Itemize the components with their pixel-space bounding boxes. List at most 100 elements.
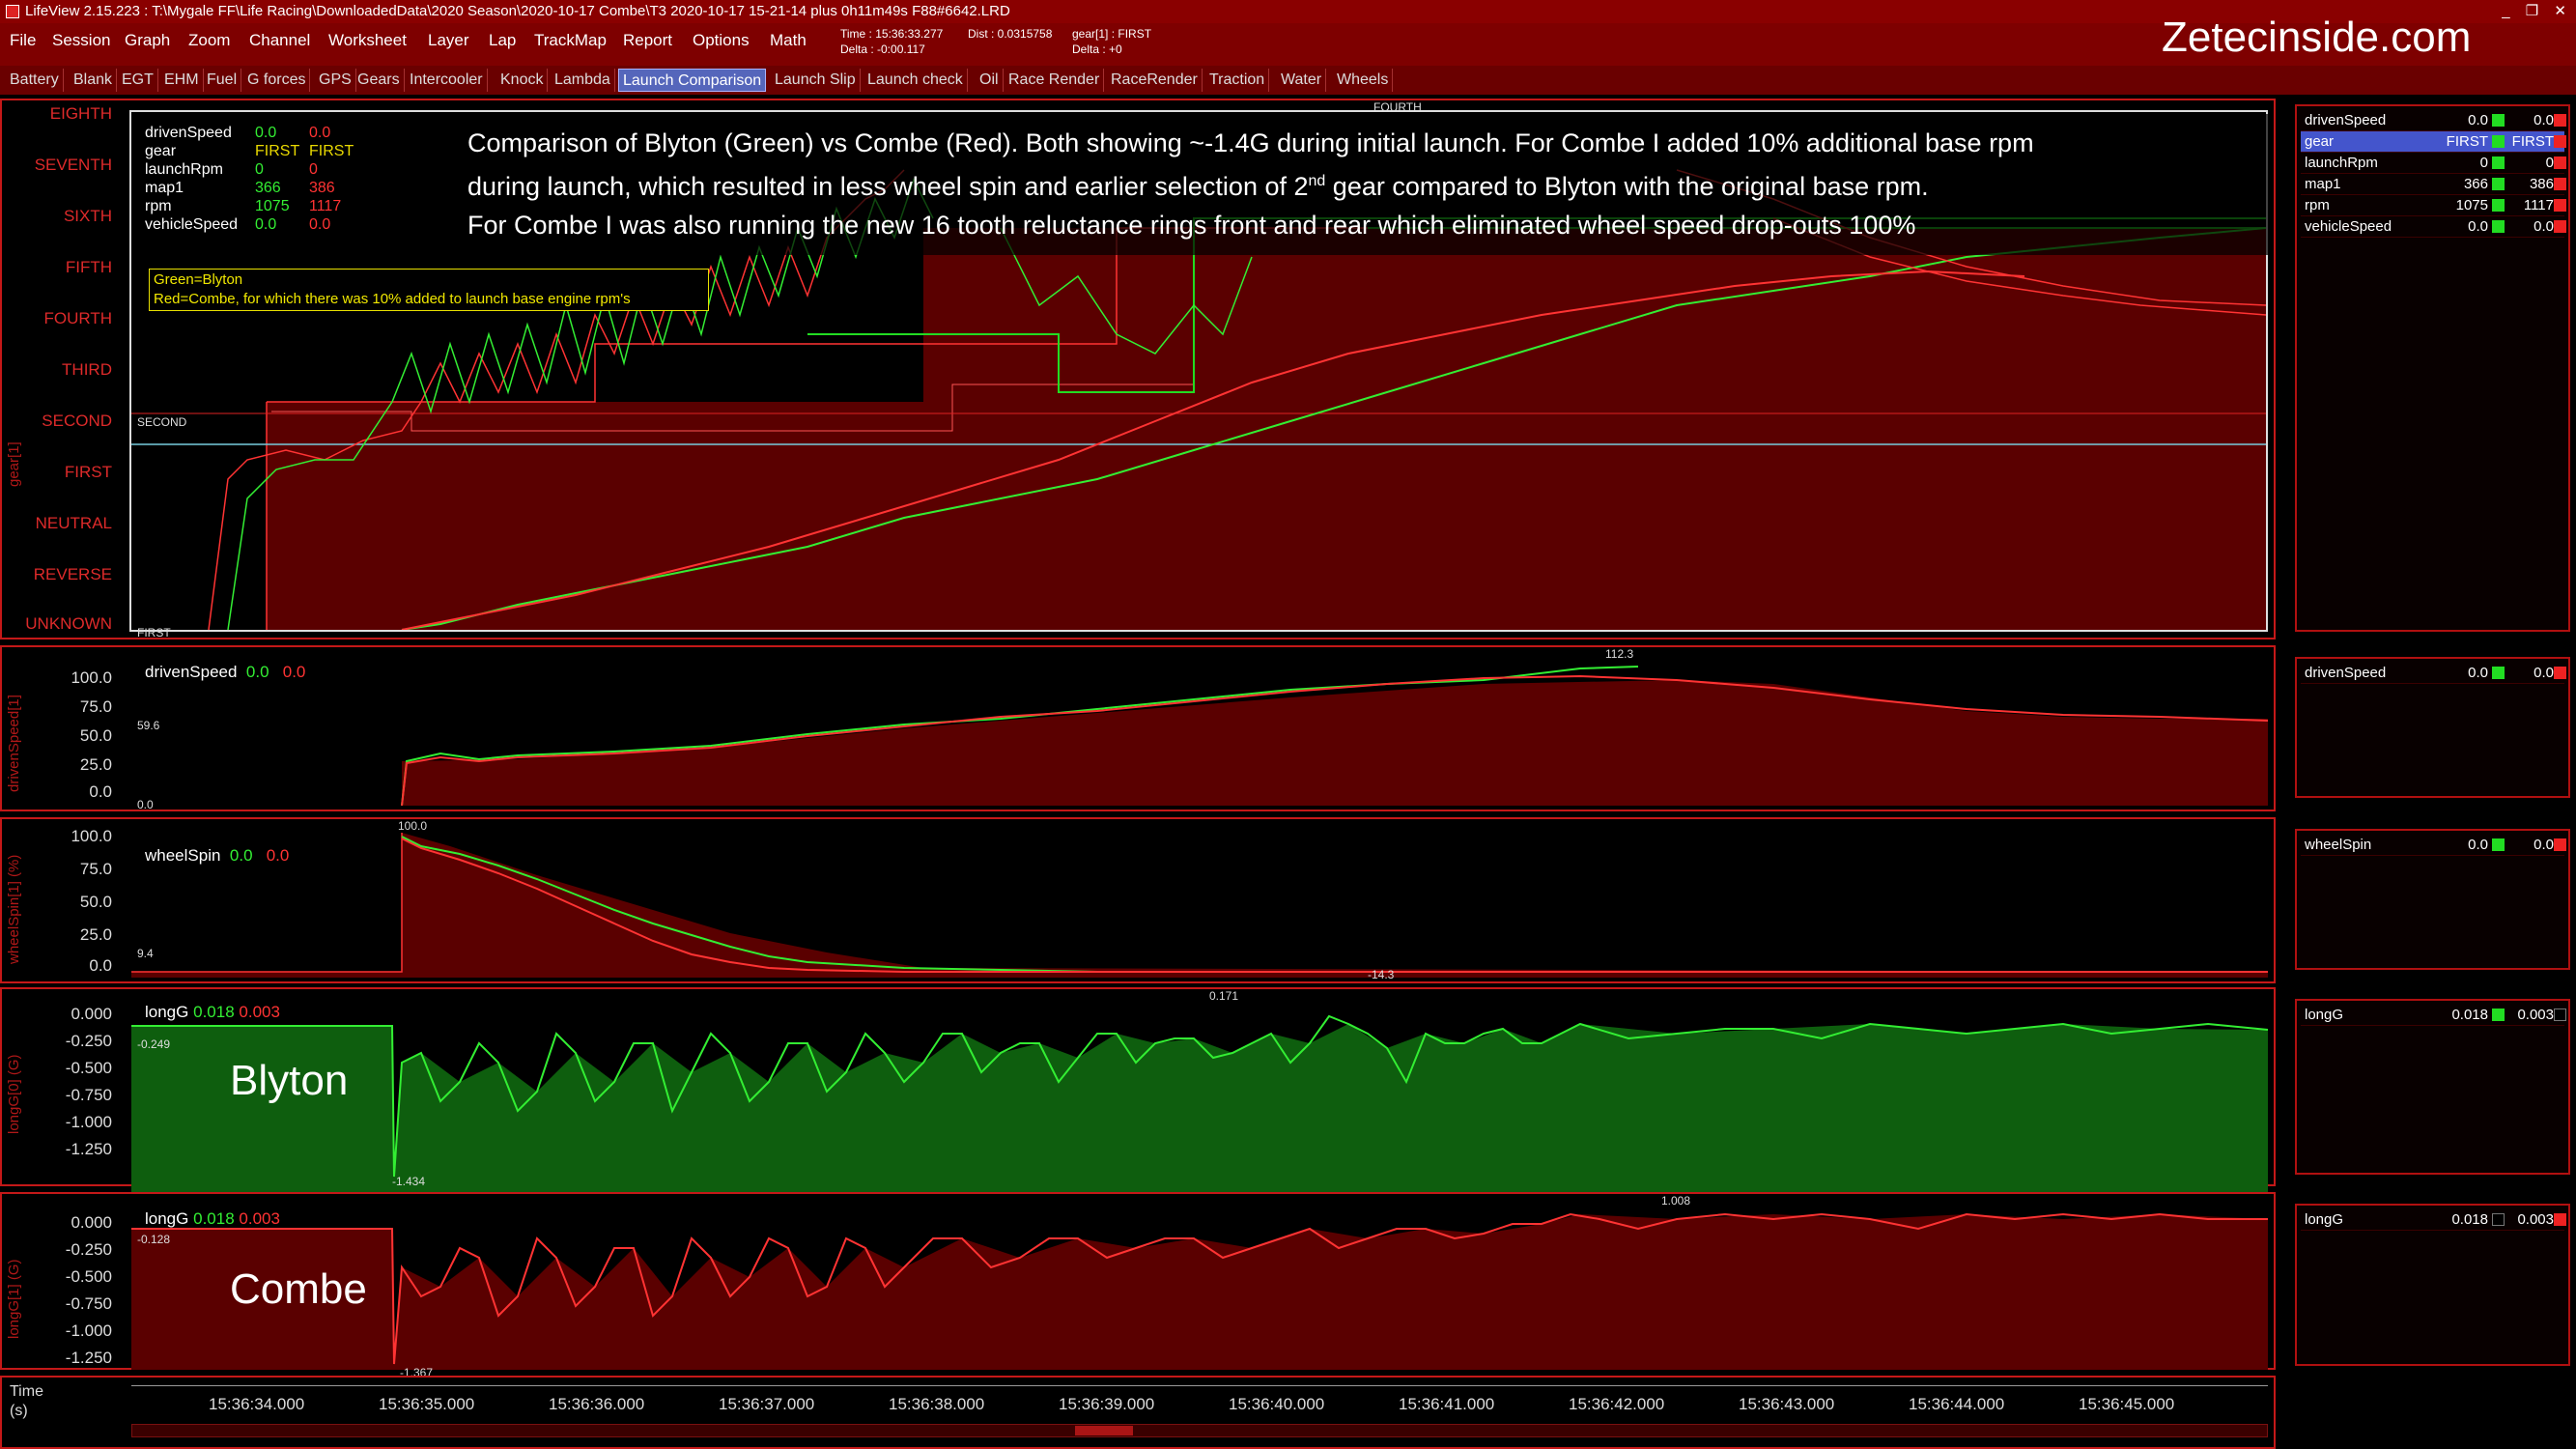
- value-row[interactable]: map1 366 386: [2301, 174, 2566, 195]
- longg1-plot-area[interactable]: [131, 1209, 2268, 1370]
- value-row[interactable]: rpm 1075 1117: [2301, 195, 2566, 216]
- value-row[interactable]: launchRpm 0 0: [2301, 153, 2566, 174]
- speed-tick: 0.0: [89, 782, 112, 801]
- horizontal-scrollbar[interactable]: [131, 1424, 2268, 1437]
- menu-options[interactable]: Options: [693, 31, 750, 50]
- longg0-values-table: longG 0.018 0.003: [2295, 999, 2570, 1175]
- tab-gps[interactable]: GPS: [315, 69, 356, 92]
- tab-race-render[interactable]: Race Render: [1005, 69, 1105, 92]
- wheelspin-tick: 0.0: [89, 956, 112, 975]
- close-icon[interactable]: ✕: [2554, 3, 2566, 19]
- legend-row: vehicleSpeed 0.0 0.0: [145, 216, 331, 233]
- time-tick: 15:36:45.000: [2079, 1395, 2175, 1413]
- time-tick: 15:36:44.000: [1909, 1395, 2005, 1413]
- note-line: For Combe I was also running the new 16 …: [467, 211, 1916, 240]
- value-row[interactable]: wheelSpin 0.0 0.0: [2301, 835, 2566, 856]
- time-tick: 15:36:38.000: [889, 1395, 985, 1413]
- tab-launch-check[interactable]: Launch check: [863, 69, 968, 92]
- longg0-tick: -1.000: [65, 1113, 112, 1131]
- status-delta2: Delta : +0: [1072, 43, 1122, 56]
- wheelspin-plot-area[interactable]: [131, 827, 2268, 978]
- legend-row: map1 366 386: [145, 180, 335, 196]
- longg0-min-marker: -1.434: [392, 1175, 426, 1188]
- value-row[interactable]: vehicleSpeed 0.0 0.0: [2301, 216, 2566, 238]
- menu-graph[interactable]: Graph: [125, 31, 170, 50]
- tab-water[interactable]: Water: [1277, 69, 1327, 92]
- menu-file[interactable]: File: [10, 31, 36, 50]
- restore-icon[interactable]: ❐: [2526, 3, 2538, 19]
- longg0-legend: longG 0.018 0.003: [145, 1003, 280, 1021]
- time-tick: 15:36:37.000: [719, 1395, 815, 1413]
- wheelspin-tick: 25.0: [79, 925, 112, 944]
- time-axis-label: Time: [10, 1383, 43, 1400]
- time-axis[interactable]: Time (s) 15:36:34.000 15:36:35.000 15:36…: [0, 1376, 2276, 1449]
- minimize-icon[interactable]: _: [2502, 3, 2509, 19]
- speed-traces: [401, 666, 2268, 806]
- menu-math[interactable]: Math: [770, 31, 807, 50]
- gear-level-label: REVERSE: [33, 565, 112, 583]
- menu-session[interactable]: Session: [52, 31, 110, 50]
- tab-fuel[interactable]: Fuel: [203, 69, 242, 92]
- tab-launch-slip[interactable]: Launch Slip: [771, 69, 861, 92]
- speed-min-marker: 0.0: [137, 798, 154, 811]
- time-tick: 15:36:40.000: [1229, 1395, 1325, 1413]
- tab-launch-comparison[interactable]: Launch Comparison: [618, 69, 767, 92]
- gear-level-label: EIGHTH: [49, 104, 112, 123]
- speed-legend: drivenSpeed 0.0 0.0: [145, 663, 306, 681]
- tab-egt[interactable]: EGT: [118, 69, 158, 92]
- status-dist: Dist : 0.0315758: [968, 27, 1053, 41]
- menu-layer[interactable]: Layer: [428, 31, 469, 50]
- menu-report[interactable]: Report: [623, 31, 672, 50]
- tab-g-forces[interactable]: G forces: [243, 69, 311, 92]
- menu-trackmap[interactable]: TrackMap: [534, 31, 607, 50]
- tab-racerender[interactable]: RaceRender: [1107, 69, 1203, 92]
- tab-blank[interactable]: Blank: [70, 69, 118, 92]
- longg1-values-table: longG 0.018 0.003: [2295, 1204, 2570, 1366]
- wheelspin-panel[interactable]: wheelSpin[1] (%) 100.0 75.0 50.0 25.0 0.…: [0, 817, 2276, 983]
- tab-intercooler[interactable]: Intercooler: [406, 69, 488, 92]
- menu-channel[interactable]: Channel: [249, 31, 310, 50]
- wheelspin-axis-title: wheelSpin[1] (%): [6, 854, 22, 964]
- longg0-tick: -0.250: [65, 1032, 112, 1050]
- menu-worksheet[interactable]: Worksheet: [328, 31, 407, 50]
- tab-oil[interactable]: Oil: [976, 69, 1004, 92]
- legend-row: launchRpm 0 0: [145, 161, 318, 178]
- gear-level-label: SEVENTH: [34, 156, 112, 174]
- tab-knock[interactable]: Knock: [496, 69, 549, 92]
- value-row[interactable]: drivenSpeed 0.0 0.0: [2301, 663, 2566, 684]
- wheelspin-tick: 100.0: [71, 827, 112, 845]
- tab-battery[interactable]: Battery: [6, 69, 64, 92]
- longg1-legend: longG 0.018 0.003: [145, 1209, 280, 1228]
- tab-wheels[interactable]: Wheels: [1333, 69, 1394, 92]
- gear-values-table: drivenSpeed 0.0 0.0 gear FIRST FIRST launchR…: [2295, 104, 2570, 632]
- value-row[interactable]: longG 0.018 0.003: [2301, 1209, 2566, 1231]
- gear-min-marker: FIRST: [137, 626, 171, 639]
- tab-gears[interactable]: Gears: [354, 69, 405, 92]
- scrollbar-thumb[interactable]: [1075, 1426, 1133, 1435]
- time-axis-line: [131, 1385, 2268, 1386]
- time-tick: 15:36:35.000: [379, 1395, 475, 1413]
- time-tick: 15:36:42.000: [1569, 1395, 1665, 1413]
- menu-zoom[interactable]: Zoom: [188, 31, 230, 50]
- wheelspin-cursor-marker: 9.4: [137, 947, 154, 960]
- value-row-selected[interactable]: gear FIRST FIRST: [2301, 131, 2566, 153]
- speed-plot-area[interactable]: [131, 655, 2268, 806]
- driven-speed-panel[interactable]: drivenSpeed[1] 100.0 75.0 50.0 25.0 0.0 …: [0, 645, 2276, 811]
- time-tick: 15:36:43.000: [1739, 1395, 1835, 1413]
- note-line: Comparison of Blyton (Green) vs Combe (R…: [467, 128, 2034, 157]
- longg0-plot-area[interactable]: [131, 1005, 2268, 1194]
- value-row[interactable]: drivenSpeed 0.0 0.0: [2301, 110, 2566, 131]
- longg0-tick: -0.500: [65, 1059, 112, 1077]
- menu-lap[interactable]: Lap: [489, 31, 516, 50]
- tab-lambda[interactable]: Lambda: [551, 69, 615, 92]
- tab-ehm[interactable]: EHM: [160, 69, 204, 92]
- speed-tick: 100.0: [71, 668, 112, 687]
- longg-blyton-panel[interactable]: longG[0] (G) 0.000 -0.250 -0.500 -0.750 …: [0, 987, 2276, 1194]
- tab-traction[interactable]: Traction: [1205, 69, 1270, 92]
- longg-combe-panel[interactable]: longG[1] (G) 0.000 -0.250 -0.500 -0.750 …: [0, 1192, 2276, 1379]
- longg0-tick: 0.000: [71, 1005, 112, 1023]
- wheelspin-tick: 50.0: [79, 893, 112, 911]
- value-row[interactable]: longG 0.018 0.003: [2301, 1005, 2566, 1026]
- longg0-traces: [131, 1014, 2268, 1194]
- longg0-tick: -0.750: [65, 1086, 112, 1104]
